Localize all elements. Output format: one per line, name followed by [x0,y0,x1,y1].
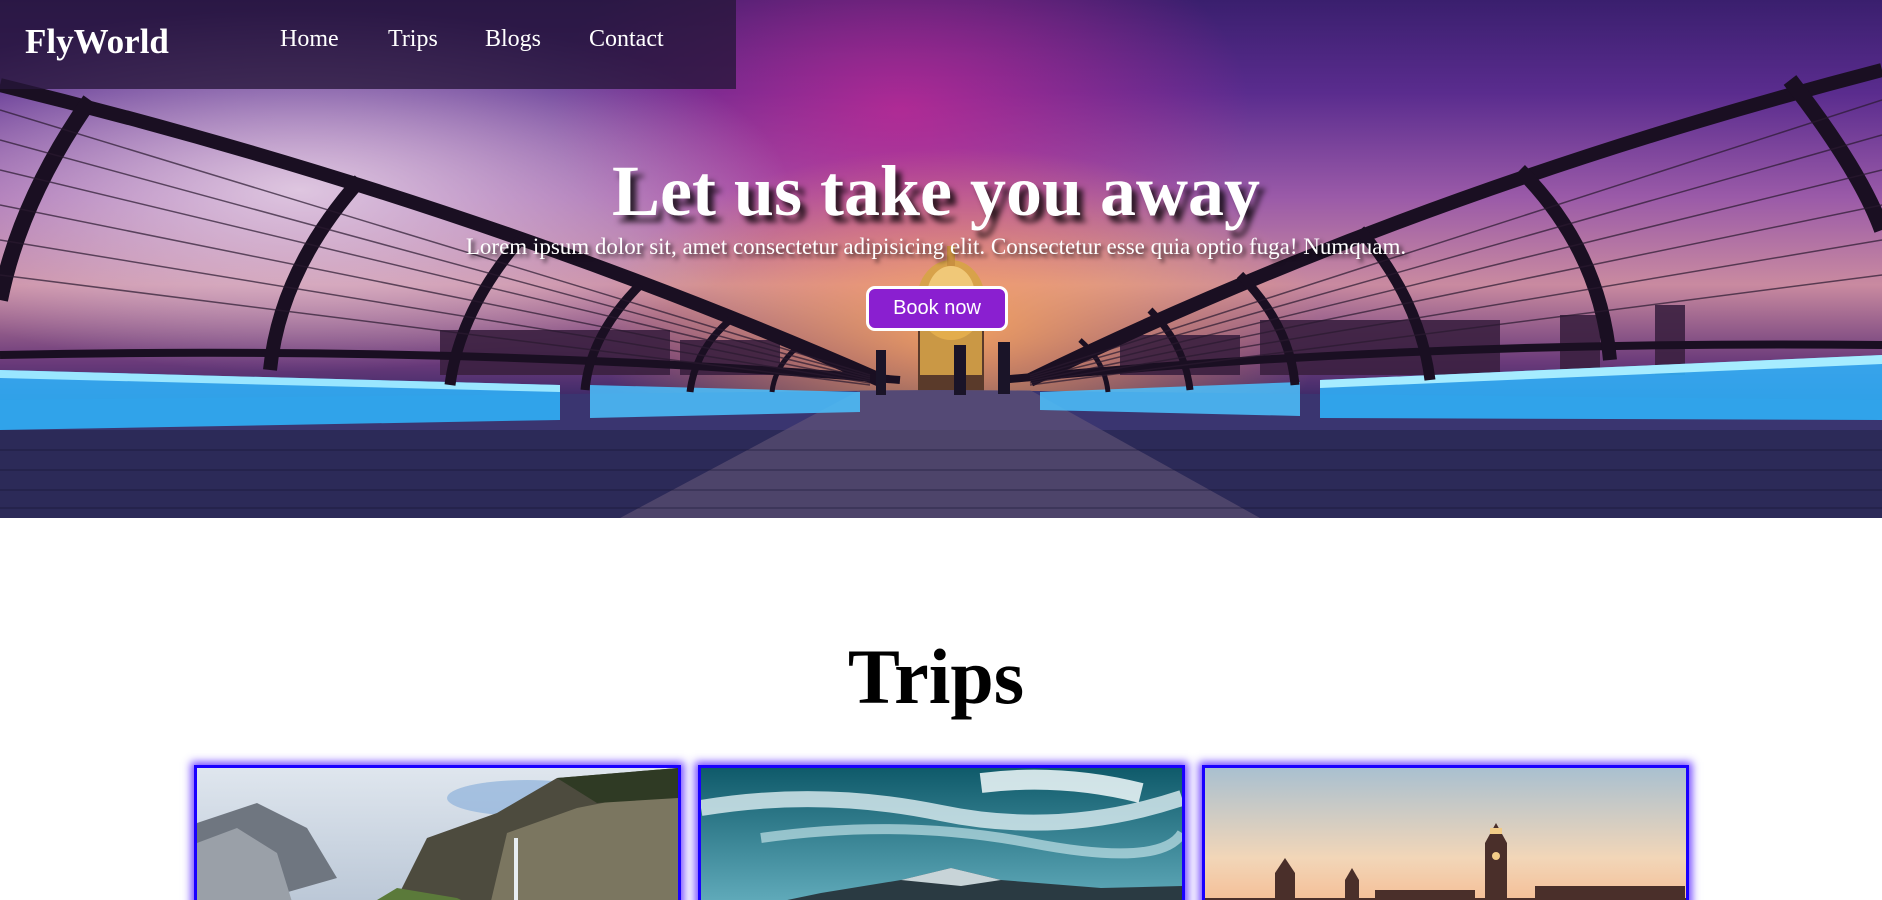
nav-link-home[interactable]: Home [280,26,339,53]
site-logo[interactable]: FlyWorld [25,22,169,62]
trip-card-london[interactable] [1202,765,1689,900]
trips-section-heading: Trips [847,633,1025,720]
hero-subtitle: Lorem ipsum dolor sit, amet consectetur … [465,234,1407,259]
nav-link-contact[interactable]: Contact [589,26,664,53]
hero-title: Let us take you away [611,151,1261,231]
top-navbar: FlyWorld Home Trips Blogs Contact [0,0,736,89]
nav-link-trips[interactable]: Trips [388,26,438,53]
trip-image-big-ben [1205,768,1686,900]
book-now-button[interactable]: Book now [866,286,1008,331]
trip-image-teal-mountain [701,768,1182,900]
trip-card-mountain-valley[interactable] [194,765,681,900]
nav-link-blogs[interactable]: Blogs [485,26,541,53]
trip-image-waterfall-valley [197,768,678,900]
trip-card-mountain-lake[interactable] [698,765,1185,900]
